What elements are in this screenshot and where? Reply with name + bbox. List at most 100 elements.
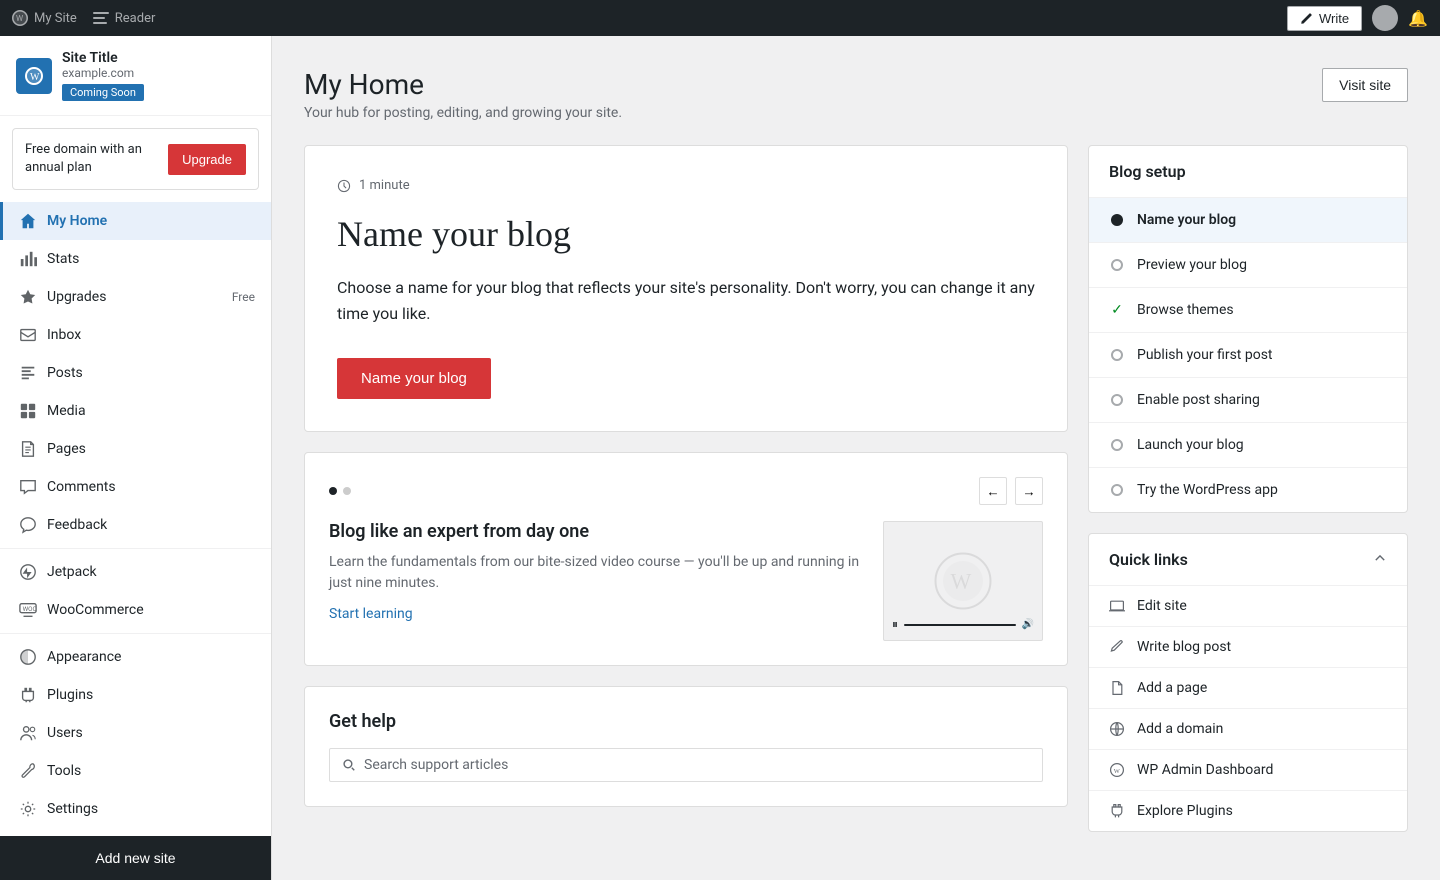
search-icon [342,758,356,772]
sidebar-nav: My Home Stats Upgrades Free Inbox [0,202,271,828]
right-sidebar: Blog setup Name your blog Preview your b… [1088,145,1408,832]
slider-content: Blog like an expert from day one Learn t… [329,521,1043,641]
slider-nav: ← → [979,477,1043,505]
name-blog-card: 1 minute Name your blog Choose a name fo… [304,145,1068,432]
sidebar-item-my-home[interactable]: My Home [0,202,271,240]
sidebar-item-woocommerce[interactable]: WOO WooCommerce [0,591,271,629]
sidebar-item-stats[interactable]: Stats [0,240,271,278]
chevron-up-icon [1373,551,1387,565]
quick-label-write-post: Write blog post [1137,639,1231,655]
my-site-nav[interactable]: W My Site [12,10,77,26]
sidebar-item-appearance[interactable]: Appearance [0,638,271,676]
setup-label-name-blog: Name your blog [1137,212,1236,228]
setup-label-browse-themes: Browse themes [1137,302,1234,318]
add-new-site-button[interactable]: Add new site [0,836,271,880]
quick-links-header: Quick links [1089,534,1407,586]
svg-text:WOO: WOO [23,605,37,613]
learn-card-title: Blog like an expert from day one [329,521,863,542]
sidebar-item-users[interactable]: Users [0,714,271,752]
sidebar-item-jetpack[interactable]: Jetpack [0,553,271,591]
comments-icon [19,478,37,496]
sidebar: W Site Title example.com Coming Soon Fre… [0,36,272,880]
my-site-label: My Site [34,11,77,26]
card-main-title: Name your blog [337,213,1035,255]
nav-divider-2 [0,633,271,634]
quick-item-write-post[interactable]: Write blog post [1089,627,1407,668]
setup-item-launch-blog[interactable]: Launch your blog [1089,423,1407,468]
video-progress-bar[interactable] [904,624,1016,626]
sidebar-item-feedback[interactable]: Feedback [0,506,271,544]
sidebar-label-plugins: Plugins [47,687,93,703]
sidebar-item-comments[interactable]: Comments [0,468,271,506]
sidebar-item-upgrades[interactable]: Upgrades Free [0,278,271,316]
site-info: W Site Title example.com Coming Soon [0,36,271,116]
sidebar-label-settings: Settings [47,801,98,817]
sidebar-item-settings[interactable]: Settings [0,790,271,828]
sidebar-item-inbox[interactable]: Inbox [0,316,271,354]
sidebar-item-media[interactable]: Media [0,392,271,430]
sidebar-label-users: Users [47,725,83,741]
svg-text:W: W [951,569,972,594]
quick-links-collapse[interactable] [1373,551,1387,569]
bullet-empty-icon-5 [1109,482,1125,498]
feedback-icon [19,516,37,534]
sidebar-item-pages[interactable]: Pages [0,430,271,468]
slider-next-button[interactable]: → [1015,477,1043,505]
laptop-icon [1109,598,1125,614]
video-controls: ⏸ 🔊 [892,617,1034,632]
svg-text:W: W [16,14,23,23]
write-button[interactable]: Write [1287,6,1362,31]
sidebar-label-posts: Posts [47,365,83,381]
page-title: My Home [304,68,622,101]
quick-item-add-page[interactable]: Add a page [1089,668,1407,709]
slider-prev-button[interactable]: ← [979,477,1007,505]
volume-icon[interactable]: 🔊 [1022,619,1034,630]
visit-site-button[interactable]: Visit site [1322,68,1408,102]
upgrade-button[interactable]: Upgrade [168,144,246,175]
card-time: 1 minute [337,178,1035,193]
media-icon [19,402,37,420]
quick-label-wp-admin: WP Admin Dashboard [1137,762,1273,778]
quick-item-edit-site[interactable]: Edit site [1089,586,1407,627]
main-column: 1 minute Name your blog Choose a name fo… [304,145,1068,832]
clock-icon [337,179,351,193]
setup-item-preview-blog[interactable]: Preview your blog [1089,243,1407,288]
woocommerce-icon: WOO [19,601,37,619]
quick-item-explore-plugins[interactable]: Explore Plugins [1089,791,1407,831]
upgrades-badge: Free [232,290,255,304]
nav-divider-1 [0,548,271,549]
quick-item-add-domain[interactable]: Add a domain [1089,709,1407,750]
quick-label-add-page: Add a page [1137,680,1207,696]
site-domain-text: example.com [62,66,255,80]
site-details: Site Title example.com Coming Soon [62,50,255,101]
site-icon: W [16,58,52,94]
upgrade-banner-text: Free domain with an annual plan [25,141,158,177]
sidebar-item-tools[interactable]: Tools [0,752,271,790]
name-blog-button[interactable]: Name your blog [337,358,491,399]
quick-item-wp-admin[interactable]: W WP Admin Dashboard [1089,750,1407,791]
search-support[interactable]: Search support articles [329,748,1043,782]
setup-item-wp-app[interactable]: Try the WordPress app [1089,468,1407,512]
play-pause-icon[interactable]: ⏸ [892,617,898,632]
sidebar-label-woocommerce: WooCommerce [47,602,144,618]
sidebar-label-my-home: My Home [47,213,107,229]
posts-icon [19,364,37,382]
sidebar-item-plugins[interactable]: Plugins [0,676,271,714]
video-thumbnail: W ⏸ 🔊 [883,521,1043,641]
dot-1 [329,487,337,495]
setup-item-name-blog[interactable]: Name your blog [1089,198,1407,243]
stats-icon [19,250,37,268]
start-learning-link[interactable]: Start learning [329,606,413,622]
reader-label: Reader [115,11,156,26]
setup-item-browse-themes[interactable]: ✓ Browse themes [1089,288,1407,333]
bullet-empty-icon-4 [1109,437,1125,453]
quick-links-card: Quick links Edit site [1088,533,1408,832]
sidebar-item-posts[interactable]: Posts [0,354,271,392]
user-avatar[interactable] [1372,5,1398,31]
setup-item-publish-post[interactable]: Publish your first post [1089,333,1407,378]
notifications-bell[interactable]: 🔔 [1408,9,1428,28]
setup-item-enable-sharing[interactable]: Enable post sharing [1089,378,1407,423]
wp-logo-large: W [933,551,993,611]
reader-nav[interactable]: Reader [93,11,156,26]
appearance-icon [19,648,37,666]
